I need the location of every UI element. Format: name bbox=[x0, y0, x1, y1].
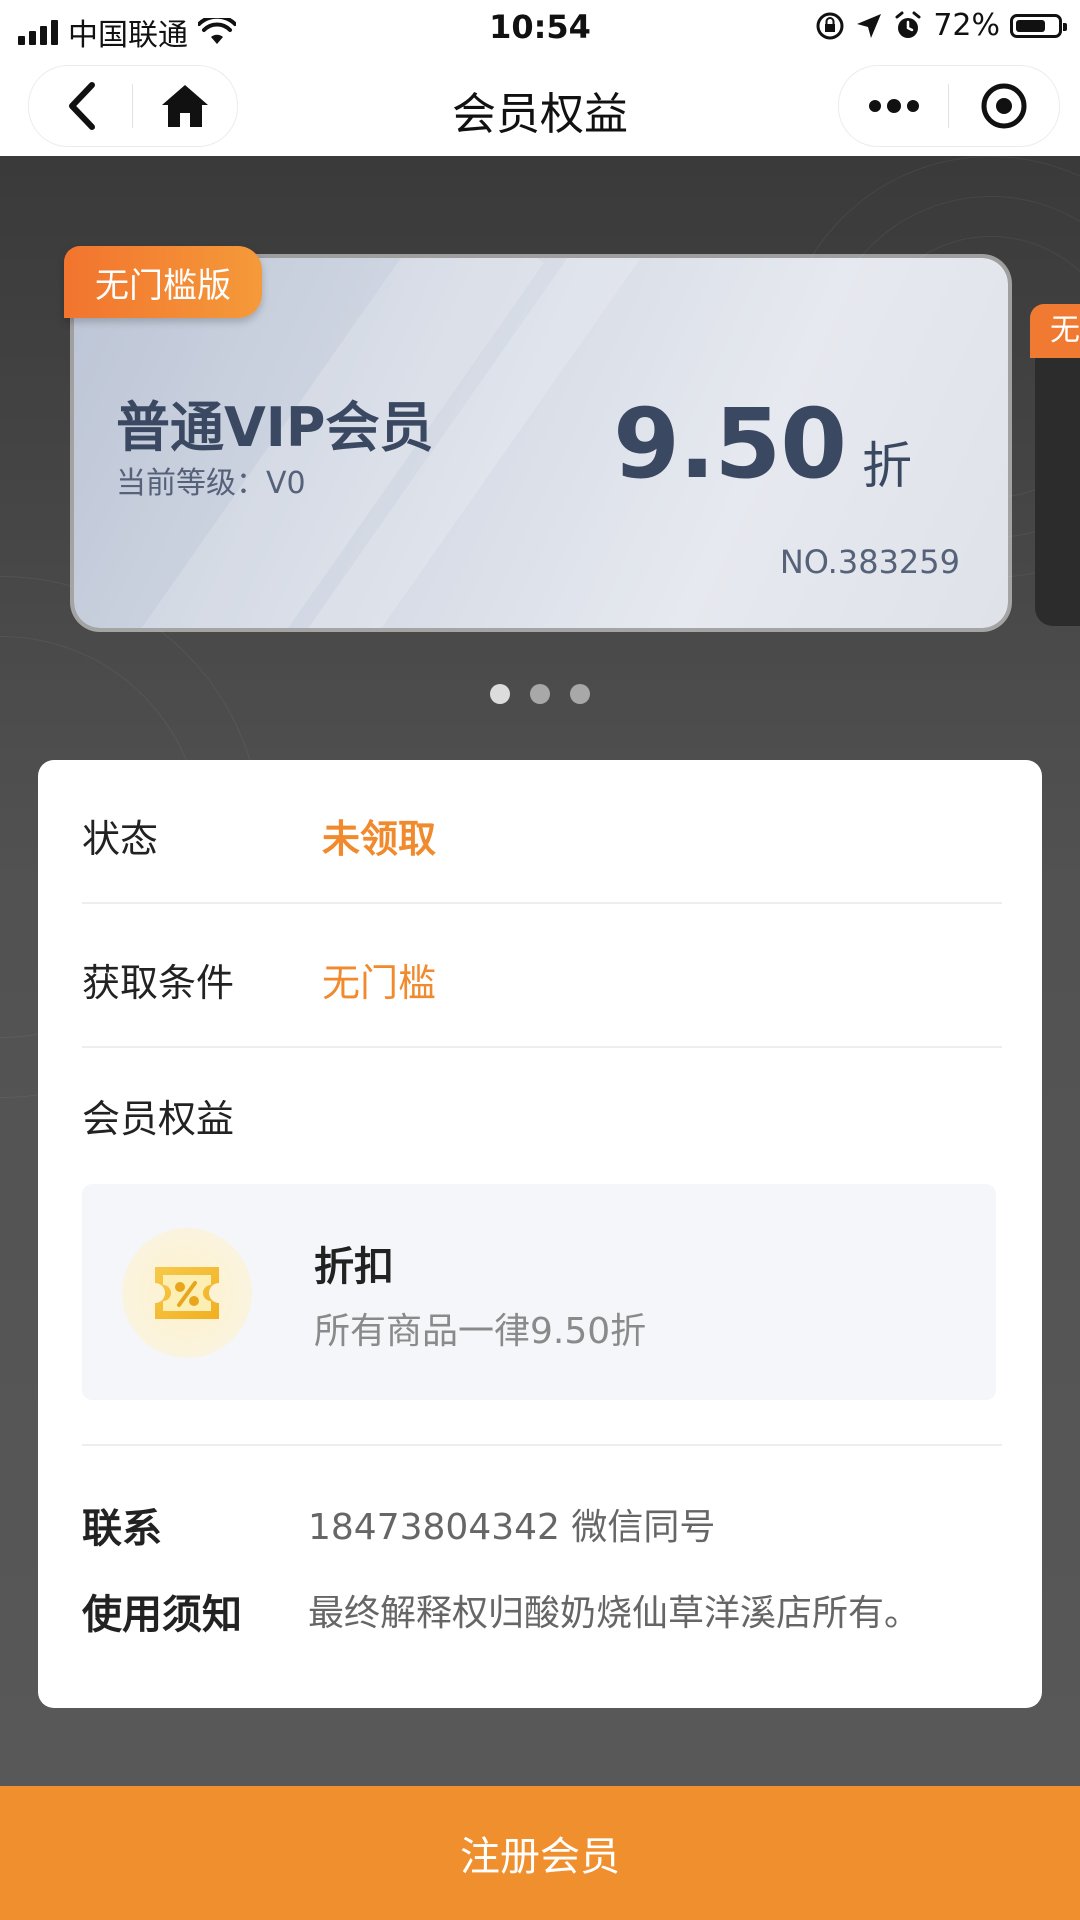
pagination-dot[interactable] bbox=[530, 684, 550, 704]
more-button[interactable] bbox=[839, 66, 948, 146]
card-discount-value: 9.50 bbox=[613, 388, 847, 500]
status-value: 未领取 bbox=[322, 817, 437, 861]
discount-ticket-icon bbox=[155, 1267, 219, 1319]
notice-label: 使用须知 bbox=[82, 1592, 242, 1638]
status-row: 状态 未领取 bbox=[82, 760, 1002, 904]
card-discount-unit: 折 bbox=[862, 437, 912, 495]
alarm-icon bbox=[895, 11, 921, 38]
card-title: 普通VIP会员 bbox=[116, 396, 434, 459]
status-right: 72% bbox=[815, 8, 1067, 43]
close-miniprogram-button[interactable] bbox=[949, 66, 1058, 146]
condition-value: 无门槛 bbox=[322, 961, 437, 1005]
card-level: 当前等级：V0 bbox=[116, 466, 306, 501]
benefit-item: 折扣 所有商品一律9.50折 bbox=[82, 1184, 996, 1400]
battery-icon bbox=[1010, 13, 1067, 38]
nav-right-capsule bbox=[838, 65, 1060, 147]
battery-fill bbox=[1016, 19, 1045, 32]
details-panel: 状态 未领取 获取条件 无门槛 会员权益 折扣 所有商品一律9.50折 联系 1… bbox=[38, 760, 1042, 1708]
capsule-close-icon bbox=[981, 83, 1026, 129]
benefit-description: 所有商品一律9.50折 bbox=[314, 1311, 647, 1352]
register-member-button[interactable]: 注册会员 bbox=[0, 1786, 1080, 1920]
condition-row: 获取条件 无门槛 bbox=[82, 904, 1002, 1048]
status-label: 状态 bbox=[82, 817, 159, 861]
contact-value[interactable]: 18473804342 微信同号 bbox=[308, 1498, 715, 1550]
notice-value: 最终解释权归酸奶烧仙草洋溪店所有。 bbox=[308, 1593, 921, 1634]
section-divider bbox=[82, 1444, 1002, 1446]
nav-bar: 会员权益 bbox=[0, 56, 1080, 156]
contact-label: 联系 bbox=[82, 1506, 162, 1552]
benefit-icon-circle bbox=[122, 1228, 252, 1358]
location-icon bbox=[857, 13, 882, 38]
orientation-lock-icon bbox=[816, 12, 844, 39]
pagination-dot[interactable] bbox=[490, 684, 510, 704]
next-card-tag: 无 bbox=[1030, 304, 1080, 358]
card-number: NO.383259 bbox=[779, 543, 960, 581]
notice-row: 使用须知 最终解释权归酸奶烧仙草洋溪店所有。 bbox=[82, 1582, 1002, 1642]
card-tag: 无门槛版 bbox=[64, 246, 262, 318]
status-bar: 中国联通 10:54 72% bbox=[0, 0, 1080, 56]
more-icon bbox=[868, 99, 919, 113]
condition-label: 获取条件 bbox=[82, 961, 235, 1005]
carousel-pagination bbox=[0, 684, 1080, 704]
battery-percent: 72% bbox=[933, 8, 1000, 43]
contact-row: 联系 18473804342 微信同号 bbox=[82, 1496, 1002, 1556]
pagination-dot[interactable] bbox=[570, 684, 590, 704]
benefits-title: 会员权益 bbox=[82, 1097, 235, 1141]
benefit-name: 折扣 bbox=[314, 1244, 394, 1290]
